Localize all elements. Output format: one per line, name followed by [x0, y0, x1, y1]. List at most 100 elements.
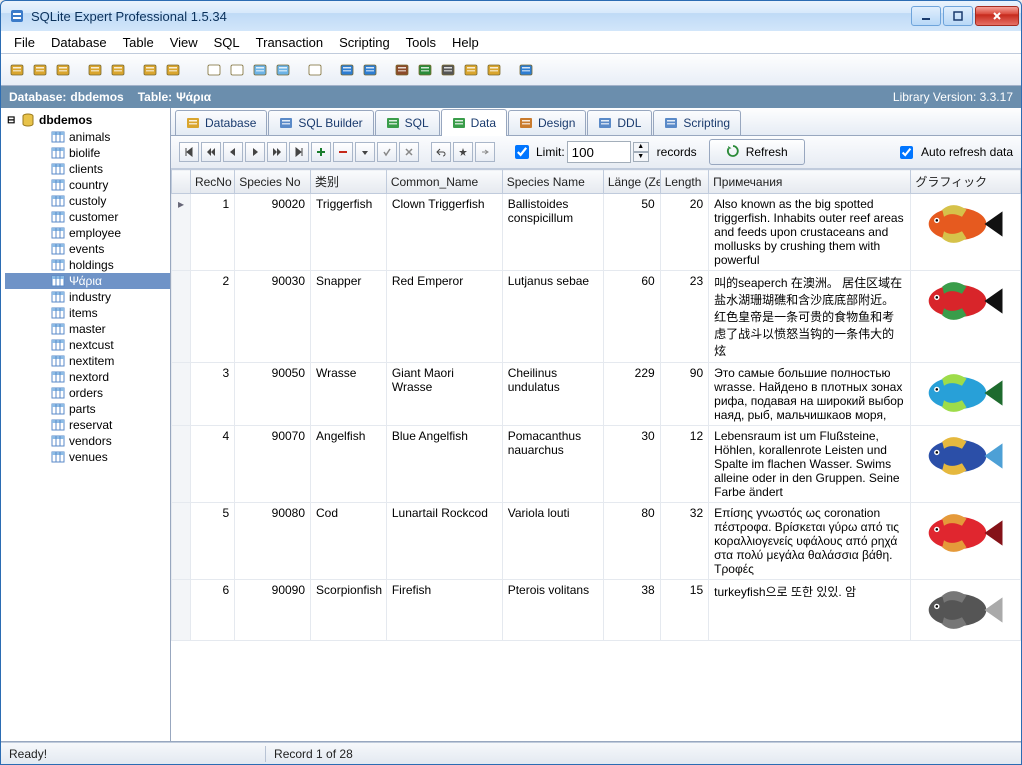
nav-prev-button[interactable] — [223, 142, 243, 162]
execute-step-icon[interactable] — [360, 60, 380, 80]
cell-speciesno[interactable]: 90020 — [235, 194, 311, 271]
cell-speciesno[interactable]: 90030 — [235, 271, 311, 363]
table-row[interactable]: 290030SnapperRed EmperorLutjanus sebae60… — [172, 271, 1021, 363]
close-button[interactable] — [975, 6, 1019, 26]
tree-table-master[interactable]: master — [5, 321, 170, 337]
cell-notes[interactable]: Επίσης γνωστός ως coronation πέστροφα. Β… — [709, 503, 911, 580]
menu-scripting[interactable]: Scripting — [332, 33, 397, 52]
sqlite-doc-icon[interactable] — [438, 60, 458, 80]
cell-graphic[interactable] — [911, 194, 1021, 271]
cell-recno[interactable]: 1 — [190, 194, 234, 271]
menu-transaction[interactable]: Transaction — [249, 33, 330, 52]
tree-table-orders[interactable]: orders — [5, 385, 170, 401]
cell-notes[interactable]: Это самые большие полностью wrasse. Найд… — [709, 363, 911, 426]
table-row[interactable]: 390050WrasseGiant Maori WrasseCheilinus … — [172, 363, 1021, 426]
cell-speciesname[interactable]: Pterois volitans — [502, 580, 603, 641]
tree-table-customer[interactable]: customer — [5, 209, 170, 225]
tree-table-items[interactable]: items — [5, 305, 170, 321]
cell-graphic[interactable] — [911, 580, 1021, 641]
tree-table-holdings[interactable]: holdings — [5, 257, 170, 273]
db-vacuum-icon[interactable] — [163, 60, 183, 80]
nav-last-button[interactable] — [289, 142, 309, 162]
menu-help[interactable]: Help — [445, 33, 486, 52]
cell-length[interactable]: 23 — [660, 271, 708, 363]
tree-table-employee[interactable]: employee — [5, 225, 170, 241]
tree-table-venues[interactable]: venues — [5, 449, 170, 465]
cell-graphic[interactable] — [911, 363, 1021, 426]
tree-table-ψάρια[interactable]: Ψάρια — [5, 273, 170, 289]
cell-commonname[interactable]: Blue Angelfish — [386, 426, 502, 503]
tab-design[interactable]: Design — [508, 110, 586, 135]
post-button[interactable] — [377, 142, 397, 162]
nav-next-button[interactable] — [245, 142, 265, 162]
cell-lange[interactable]: 30 — [603, 426, 660, 503]
cell-speciesname[interactable]: Variola louti — [502, 503, 603, 580]
tab-ddl[interactable]: DDL — [587, 110, 652, 135]
cell-length[interactable]: 32 — [660, 503, 708, 580]
table-row[interactable]: 490070AngelfishBlue AngelfishPomacanthus… — [172, 426, 1021, 503]
cell-notes[interactable]: 叫的seaperch 在澳洲。 居住区域在盐水湖珊瑚礁和含沙底底部附近。 红色皇… — [709, 271, 911, 363]
menu-view[interactable]: View — [163, 33, 205, 52]
column-header[interactable]: Примечания — [709, 170, 911, 194]
tree-table-country[interactable]: country — [5, 177, 170, 193]
cell-lange[interactable]: 50 — [603, 194, 660, 271]
limit-spin-up[interactable]: ▲ — [633, 142, 649, 152]
column-header[interactable]: グラフィック — [911, 170, 1021, 194]
cell-category[interactable]: Cod — [311, 503, 387, 580]
tree-expander-icon[interactable]: ⊟ — [7, 115, 17, 126]
cell-notes[interactable]: turkeyfish으로 또한 있있. 암 — [709, 580, 911, 641]
cell-speciesname[interactable]: Ballistoides conspicillum — [502, 194, 603, 271]
cell-recno[interactable]: 5 — [190, 503, 234, 580]
cell-notes[interactable]: Lebensraum ist um Flußsteine, Höhlen, ko… — [709, 426, 911, 503]
tab-data[interactable]: Data — [441, 109, 507, 136]
table-row[interactable]: 690090ScorpionfishFirefishPterois volita… — [172, 580, 1021, 641]
db-remove-icon[interactable] — [53, 60, 73, 80]
cell-speciesno[interactable]: 90050 — [235, 363, 311, 426]
minimize-button[interactable] — [911, 6, 941, 26]
table-row[interactable]: ▸190020TriggerfishClown TriggerfishBalli… — [172, 194, 1021, 271]
tree-table-events[interactable]: events — [5, 241, 170, 257]
cell-length[interactable]: 12 — [660, 426, 708, 503]
tree-table-nextord[interactable]: nextord — [5, 369, 170, 385]
tree-table-nextitem[interactable]: nextitem — [5, 353, 170, 369]
cell-speciesname[interactable]: Pomacanthus nauarchus — [502, 426, 603, 503]
cell-speciesname[interactable]: Cheilinus undulatus — [502, 363, 603, 426]
tree-table-biolife[interactable]: biolife — [5, 145, 170, 161]
cell-length[interactable]: 15 — [660, 580, 708, 641]
cell-recno[interactable]: 2 — [190, 271, 234, 363]
edit-button[interactable] — [355, 142, 375, 162]
cell-commonname[interactable]: Red Emperor — [386, 271, 502, 363]
delete-button[interactable] — [333, 142, 353, 162]
tab-database[interactable]: Database — [175, 110, 267, 135]
auto-refresh-checkbox[interactable] — [900, 146, 913, 159]
paste-icon[interactable] — [273, 60, 293, 80]
insert-button[interactable] — [311, 142, 331, 162]
cell-length[interactable]: 20 — [660, 194, 708, 271]
cancel-button[interactable] — [399, 142, 419, 162]
nav-first-button[interactable] — [179, 142, 199, 162]
tree-table-clients[interactable]: clients — [5, 161, 170, 177]
tab-scripting[interactable]: Scripting — [653, 110, 741, 135]
column-header[interactable]: Species Name — [502, 170, 603, 194]
menu-table[interactable]: Table — [116, 33, 161, 52]
tree-database-node[interactable]: ⊟ dbdemos — [5, 111, 170, 129]
tree-table-custoly[interactable]: custoly — [5, 193, 170, 209]
copy-icon[interactable] — [250, 60, 270, 80]
cell-commonname[interactable]: Giant Maori Wrasse — [386, 363, 502, 426]
column-header[interactable]: Common_Name — [386, 170, 502, 194]
cell-category[interactable]: Angelfish — [311, 426, 387, 503]
new-sql-icon[interactable] — [204, 60, 224, 80]
delete-sql-icon[interactable] — [227, 60, 247, 80]
db-attach-icon[interactable] — [85, 60, 105, 80]
tab-sql[interactable]: SQL — [375, 110, 440, 135]
cell-speciesno[interactable]: 90080 — [235, 503, 311, 580]
cell-recno[interactable]: 4 — [190, 426, 234, 503]
book1-icon[interactable] — [392, 60, 412, 80]
cell-lange[interactable]: 60 — [603, 271, 660, 363]
cell-length[interactable]: 90 — [660, 363, 708, 426]
undo-button[interactable] — [431, 142, 451, 162]
help-icon[interactable] — [516, 60, 536, 80]
sidebar[interactable]: ⊟ dbdemos animalsbiolifeclientscountrycu… — [1, 108, 171, 741]
cell-graphic[interactable] — [911, 426, 1021, 503]
limit-input[interactable] — [567, 141, 631, 163]
